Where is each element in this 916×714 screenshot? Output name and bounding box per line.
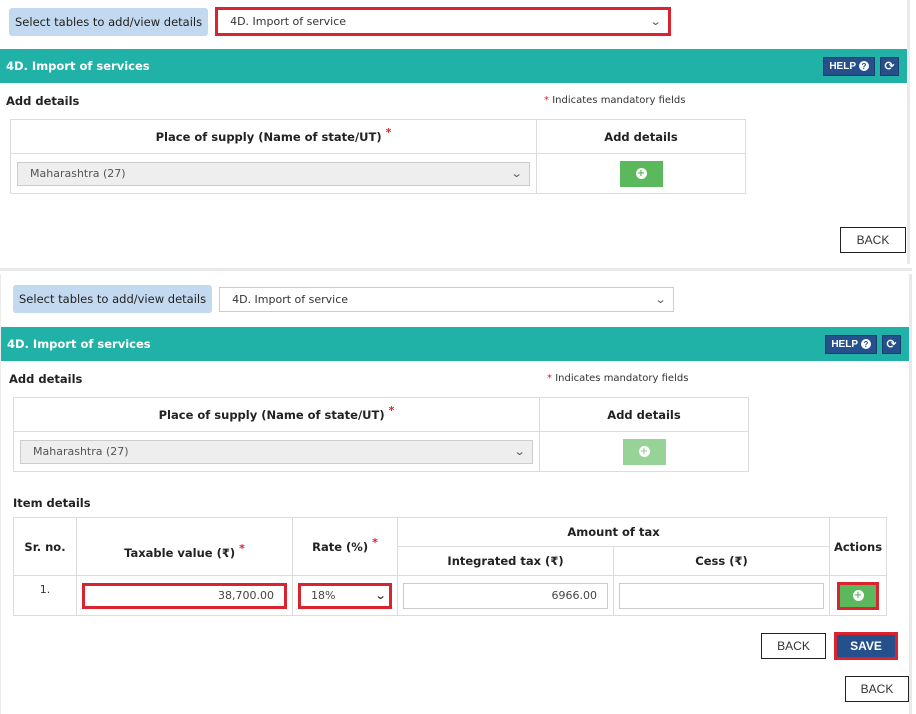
col-actions: Actions [829, 517, 887, 576]
refresh-button[interactable]: ⟳ [880, 56, 899, 76]
section-header: 4D. Import of services HELP ? ⟳ [0, 49, 907, 83]
table-selector-row: Select tables to add/view details 4D. Im… [9, 7, 672, 36]
table-selector-label: Select tables to add/view details [13, 285, 213, 313]
place-of-supply-value: Maharashtra (27) [33, 445, 129, 458]
col-add-details: Add details [536, 119, 746, 154]
plus-circle-icon: + [635, 167, 647, 179]
add-item-button[interactable]: + [837, 581, 879, 610]
table-selector-label: Select tables to add/view details [9, 7, 209, 36]
col-rate-label: Rate (%) [312, 539, 369, 554]
chevron-down-icon: ⌄ [374, 589, 387, 602]
help-button[interactable]: HELP ? [823, 56, 875, 76]
table-selector-value: 4D. Import of service [230, 15, 347, 28]
mandatory-star: * [547, 373, 552, 384]
back-button[interactable]: BACK [840, 227, 906, 253]
help-button[interactable]: HELP ? [825, 334, 877, 354]
chevron-down-icon: ⌄ [513, 445, 526, 458]
required-star: * [372, 535, 378, 549]
chevron-down-icon: ⌄ [654, 292, 667, 306]
col-cess: Cess (₹) [613, 546, 830, 576]
section-header: 4D. Import of services HELP ? ⟳ [1, 327, 909, 361]
place-of-supply-table: Place of supply (Name of state/UT) * Add… [13, 397, 749, 472]
mandatory-note-text: Indicates mandatory fields [552, 95, 686, 106]
question-icon: ? [861, 339, 871, 349]
refresh-icon: ⟳ [886, 337, 897, 351]
section-title: 4D. Import of services [7, 337, 151, 351]
plus-circle-icon: + [638, 445, 650, 457]
panel-before: Select tables to add/view details 4D. Im… [0, 0, 910, 264]
bottom-back-button[interactable]: BACK [845, 676, 909, 702]
col-amount-of-tax: Amount of tax [397, 517, 830, 547]
chevron-down-icon: ⌄ [649, 15, 662, 28]
required-star: * [385, 125, 392, 139]
cess-input[interactable] [619, 582, 824, 609]
col-taxable-value: Taxable value (₹) * [76, 517, 293, 576]
section-title: 4D. Import of services [6, 59, 150, 73]
col-integrated-tax: Integrated tax (₹) [397, 546, 614, 576]
required-star: * [239, 541, 245, 555]
panel-after: Select tables to add/view details 4D. Im… [0, 274, 912, 714]
refresh-icon: ⟳ [884, 59, 895, 73]
integrated-tax-input[interactable]: 6966.00 [403, 582, 608, 609]
col-taxable-value-label: Taxable value (₹) [124, 545, 236, 560]
item-details-heading: Item details [13, 496, 91, 510]
col-place-label: Place of supply (Name of state/UT) [158, 407, 385, 422]
mandatory-note: * Indicates mandatory fields [544, 95, 685, 106]
refresh-button[interactable]: ⟳ [882, 334, 901, 354]
item-details-table: Sr. no. Taxable value (₹) * Rate (%) * A… [13, 517, 887, 616]
col-place-of-supply: Place of supply (Name of state/UT) * [10, 119, 537, 154]
col-place-of-supply: Place of supply (Name of state/UT) * [13, 397, 540, 432]
required-star: * [388, 403, 395, 417]
question-icon: ? [859, 61, 869, 71]
rate-value: 18% [311, 589, 336, 602]
help-label: HELP [831, 338, 858, 350]
chevron-down-icon: ⌄ [510, 167, 523, 180]
taxable-value-input[interactable]: 38,700.00 [82, 582, 287, 609]
place-of-supply-select[interactable]: Maharashtra (27) ⌄ [20, 439, 533, 464]
table-row: 1. 38,700.00 18% ⌄ 6966.00 + [13, 575, 887, 616]
table-selector-dropdown[interactable]: 4D. Import of service ⌄ [215, 7, 672, 36]
col-add-details: Add details [539, 397, 749, 432]
table-selector-dropdown[interactable]: 4D. Import of service ⌄ [219, 286, 675, 312]
add-details-heading: Add details [6, 94, 80, 108]
table-selector-row: Select tables to add/view details 4D. Im… [13, 285, 675, 313]
cell-sr-no: 1. [13, 575, 77, 616]
mandatory-note-text: Indicates mandatory fields [555, 373, 689, 384]
mandatory-note: * Indicates mandatory fields [547, 373, 688, 384]
help-label: HELP [829, 60, 856, 72]
table-selector-value: 4D. Import of service [232, 292, 349, 306]
taxable-value-text: 38,700.00 [218, 589, 274, 602]
place-of-supply-value: Maharashtra (27) [30, 167, 126, 180]
add-details-heading: Add details [9, 372, 83, 386]
mandatory-star: * [544, 95, 549, 106]
save-button[interactable]: SAVE [834, 632, 898, 660]
col-rate: Rate (%) * [292, 517, 398, 576]
add-details-button-disabled[interactable]: + [622, 438, 666, 465]
rate-select[interactable]: 18% ⌄ [298, 582, 392, 609]
col-sr-no: Sr. no. [13, 517, 77, 576]
place-of-supply-table: Place of supply (Name of state/UT) * Add… [10, 119, 746, 194]
screenshot-divider [0, 268, 912, 271]
integrated-tax-text: 6966.00 [551, 589, 598, 602]
add-details-button[interactable]: + [619, 160, 663, 187]
plus-circle-icon: + [852, 589, 864, 601]
col-place-label: Place of supply (Name of state/UT) [155, 129, 382, 144]
place-of-supply-select[interactable]: Maharashtra (27) ⌄ [17, 161, 530, 186]
back-button[interactable]: BACK [761, 633, 826, 659]
